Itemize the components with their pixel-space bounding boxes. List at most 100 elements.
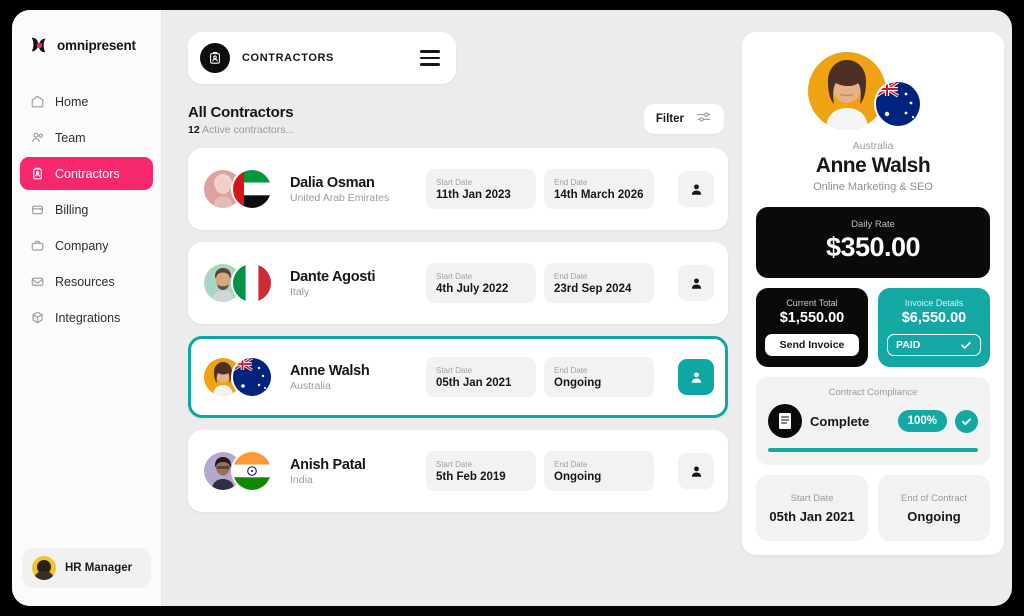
start-date-value: 05th Jan 2021 <box>436 376 512 389</box>
active-count-label: Active contractors... <box>202 124 295 136</box>
user-profile-chip[interactable]: HR Manager <box>22 548 151 588</box>
contractor-country: India <box>290 473 313 486</box>
page-title: CONTRACTORS <box>242 52 334 64</box>
compliance-label: Contract Compliance <box>828 387 918 398</box>
daily-rate-label: Daily Rate <box>851 219 895 230</box>
row-person: Dalia Osman United Arab Emirates <box>290 175 418 204</box>
person-icon <box>691 277 701 289</box>
end-date-value: Ongoing <box>554 376 602 389</box>
start-date-value: 5th Feb 2019 <box>436 470 506 483</box>
sidebar-item-integrations[interactable]: Integrations <box>20 301 153 334</box>
table-row[interactable]: Dante Agosti Italy Start Date 4th July 2… <box>188 242 728 324</box>
person-icon <box>691 183 701 195</box>
end-date-label: End Date <box>554 271 588 281</box>
row-avatars <box>204 264 280 302</box>
view-profile-button[interactable] <box>678 265 714 301</box>
list-subtitle: 12 Active contractors... <box>188 124 294 136</box>
home-icon <box>30 94 45 109</box>
hamburger-icon[interactable] <box>420 50 440 66</box>
detail-start-label: Start Date <box>790 492 834 504</box>
view-profile-button[interactable] <box>678 171 714 207</box>
detail-avatars <box>756 50 990 130</box>
contractor-country: United Arab Emirates <box>290 191 390 204</box>
sidebar-item-label: Integrations <box>55 310 121 325</box>
end-date-value: Ongoing <box>554 470 602 483</box>
start-date-label: Start Date <box>436 177 473 187</box>
compliance-progress-bar <box>768 448 978 452</box>
compliance-status: Complete <box>810 413 870 429</box>
daily-rate-card: Daily Rate $350.00 <box>756 207 990 278</box>
filter-button[interactable]: Filter <box>643 104 724 134</box>
sidebar-item-label: Billing <box>55 202 89 217</box>
sidebar: omnipresent Home Team Contractors Billin… <box>12 10 162 606</box>
paid-status-button[interactable]: PAID <box>887 334 981 356</box>
briefcase-icon <box>30 238 45 253</box>
table-row-selected[interactable]: Anne Walsh Australia Start Date 05th Jan… <box>188 336 728 418</box>
row-avatars <box>204 170 280 208</box>
sidebar-item-label: Contractors <box>55 166 120 181</box>
contractor-name: Anish Patal <box>290 456 366 473</box>
end-date-box: End Date Ongoing <box>544 451 654 491</box>
filter-label: Filter <box>655 113 684 125</box>
brand: omnipresent <box>12 30 161 55</box>
compliance-progress-fill <box>768 448 978 452</box>
person-icon <box>691 465 701 477</box>
billing-icon <box>30 202 45 217</box>
detail-country: Australia <box>852 140 894 152</box>
start-date-box: Start Date 5th Feb 2019 <box>426 451 536 491</box>
contractor-name: Anne Walsh <box>290 362 370 379</box>
compliance-row: Complete 100% <box>768 404 978 438</box>
flag-icon-in <box>233 452 271 490</box>
detail-name: Anne Walsh <box>815 154 931 177</box>
sidebar-item-resources[interactable]: Resources <box>20 265 153 298</box>
sidebar-item-company[interactable]: Company <box>20 229 153 262</box>
contractor-name: Dante Agosti <box>290 268 376 285</box>
page-topbar: CONTRACTORS <box>188 32 456 84</box>
sidebar-item-billing[interactable]: Billing <box>20 193 153 226</box>
row-person: Anish Patal India <box>290 457 418 486</box>
active-count: 12 <box>188 124 200 136</box>
end-date-label: End Date <box>554 177 588 187</box>
list-title: All Contractors <box>188 104 294 121</box>
table-row[interactable]: Dalia Osman United Arab Emirates Start D… <box>188 148 728 230</box>
start-date-label: Start Date <box>436 365 473 375</box>
row-person: Anne Walsh Australia <box>290 363 418 392</box>
avatar <box>808 52 886 130</box>
end-date-value: 23rd Sep 2024 <box>554 282 632 295</box>
sidebar-item-team[interactable]: Team <box>20 121 153 154</box>
start-date-box: Start Date 11th Jan 2023 <box>426 169 536 209</box>
list-header: All Contractors 12 Active contractors...… <box>188 104 728 136</box>
id-badge-icon <box>200 43 230 73</box>
compliance-percent-badge: 100% <box>897 410 947 432</box>
compliance-percent: 100% <box>907 415 937 427</box>
check-icon <box>961 341 971 349</box>
send-invoice-label: Send Invoice <box>779 339 845 351</box>
main-content: CONTRACTORS All Contractors 12 Active co… <box>162 10 1012 606</box>
end-date-box: End Date Ongoing <box>544 357 654 397</box>
daily-rate-value: $350.00 <box>825 232 921 262</box>
detail-end-date-card: End of Contract Ongoing <box>878 475 990 541</box>
end-date-label: End Date <box>554 365 588 375</box>
view-profile-button[interactable] <box>678 453 714 489</box>
send-invoice-button[interactable]: Send Invoice <box>765 334 859 356</box>
topbar-left: CONTRACTORS <box>200 43 334 73</box>
start-date-box: Start Date 4th July 2022 <box>426 263 536 303</box>
sidebar-item-home[interactable]: Home <box>20 85 153 118</box>
contractor-list-column: CONTRACTORS All Contractors 12 Active co… <box>188 32 728 606</box>
invoice-details-label: Invoice Details <box>904 298 964 308</box>
avatar <box>32 556 56 580</box>
sidebar-item-label: Resources <box>55 274 115 289</box>
view-profile-button-active[interactable] <box>678 359 714 395</box>
sidebar-footer: HR Manager <box>12 548 161 606</box>
start-date-box: Start Date 05th Jan 2021 <box>426 357 536 397</box>
current-total-card: Current Total $1,550.00 Send Invoice <box>756 288 868 367</box>
detail-start-value: 05th Jan 2021 <box>769 508 855 524</box>
sidebar-item-contractors[interactable]: Contractors <box>20 157 153 190</box>
start-date-value: 4th July 2022 <box>436 282 509 295</box>
flag-icon-it <box>233 264 271 302</box>
contract-compliance-card: Contract Compliance Complete 100% <box>756 377 990 465</box>
sliders-icon <box>696 110 712 129</box>
table-row[interactable]: Anish Patal India Start Date 5th Feb 201… <box>188 430 728 512</box>
brand-name: omnipresent <box>57 37 136 53</box>
end-date-box: End Date 14th March 2026 <box>544 169 654 209</box>
